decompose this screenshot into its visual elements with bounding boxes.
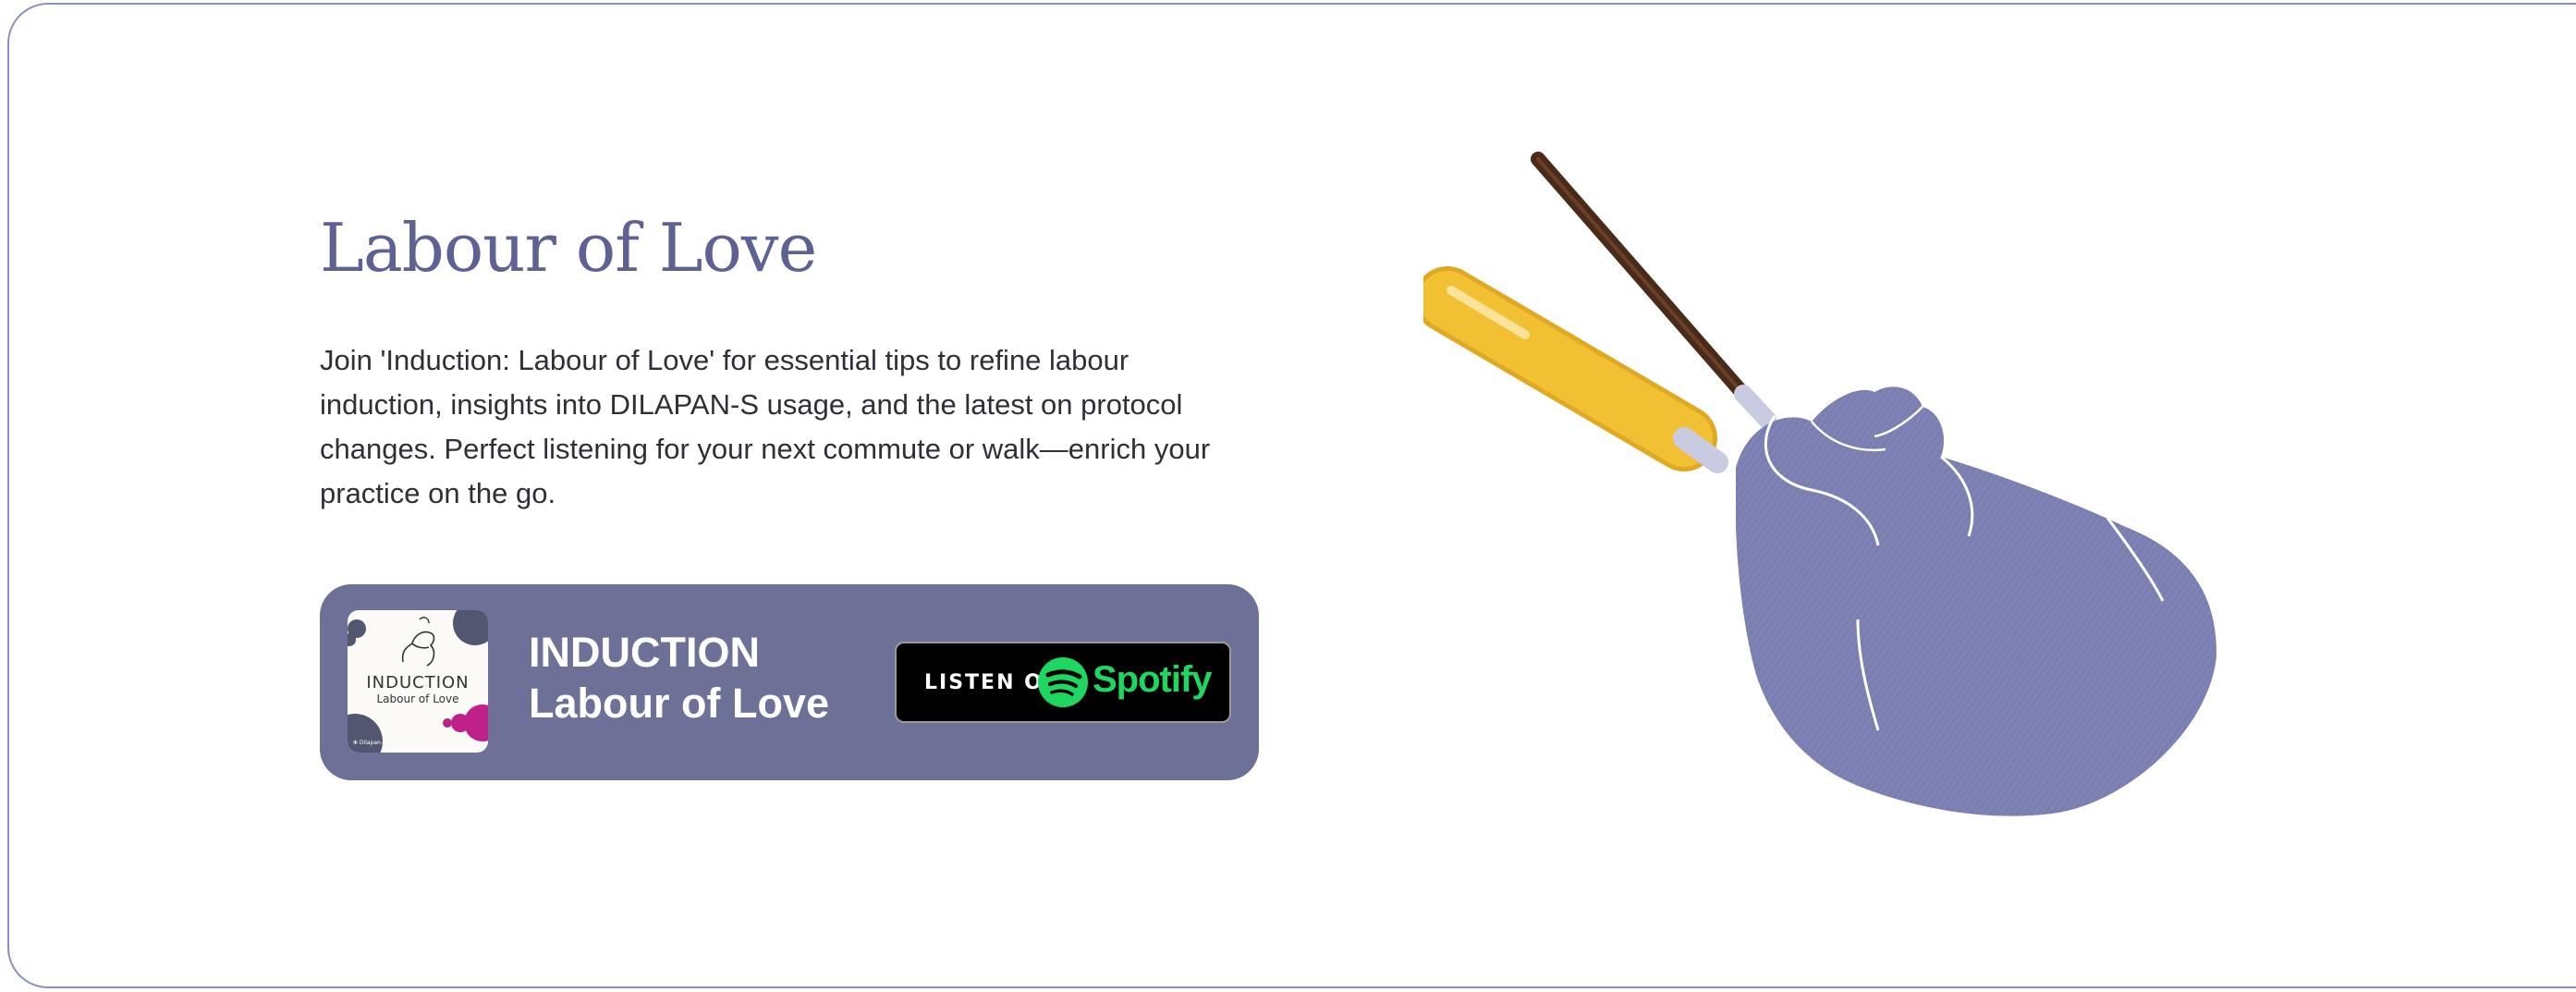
podcast-player: INDUCTION Labour of Love ✻ Dilapan-S IND… [320, 584, 1259, 780]
page-title: Labour of Love [320, 209, 817, 287]
hand-holding-dilator-icon [1423, 152, 2217, 816]
podcast-name-line2: Labour of Love [529, 680, 829, 727]
podcast-name: INDUCTION Labour of Love [529, 627, 829, 729]
podcast-cover[interactable]: INDUCTION Labour of Love ✻ Dilapan-S [348, 610, 488, 753]
cover-subtitle: Labour of Love [376, 692, 459, 705]
podcast-description: Join 'Induction: Labour of Love' for ess… [320, 344, 1211, 509]
spotify-wordmark: Spotify [1093, 659, 1213, 700]
listen-on-spotify-button[interactable]: LISTEN ON Spotify [895, 642, 1231, 723]
podcast-name-line1: INDUCTION [529, 629, 760, 676]
spotify-icon [1038, 657, 1088, 707]
cover-brand: ✻ Dilapan-S [353, 740, 386, 746]
cover-title: INDUCTION [366, 673, 470, 692]
